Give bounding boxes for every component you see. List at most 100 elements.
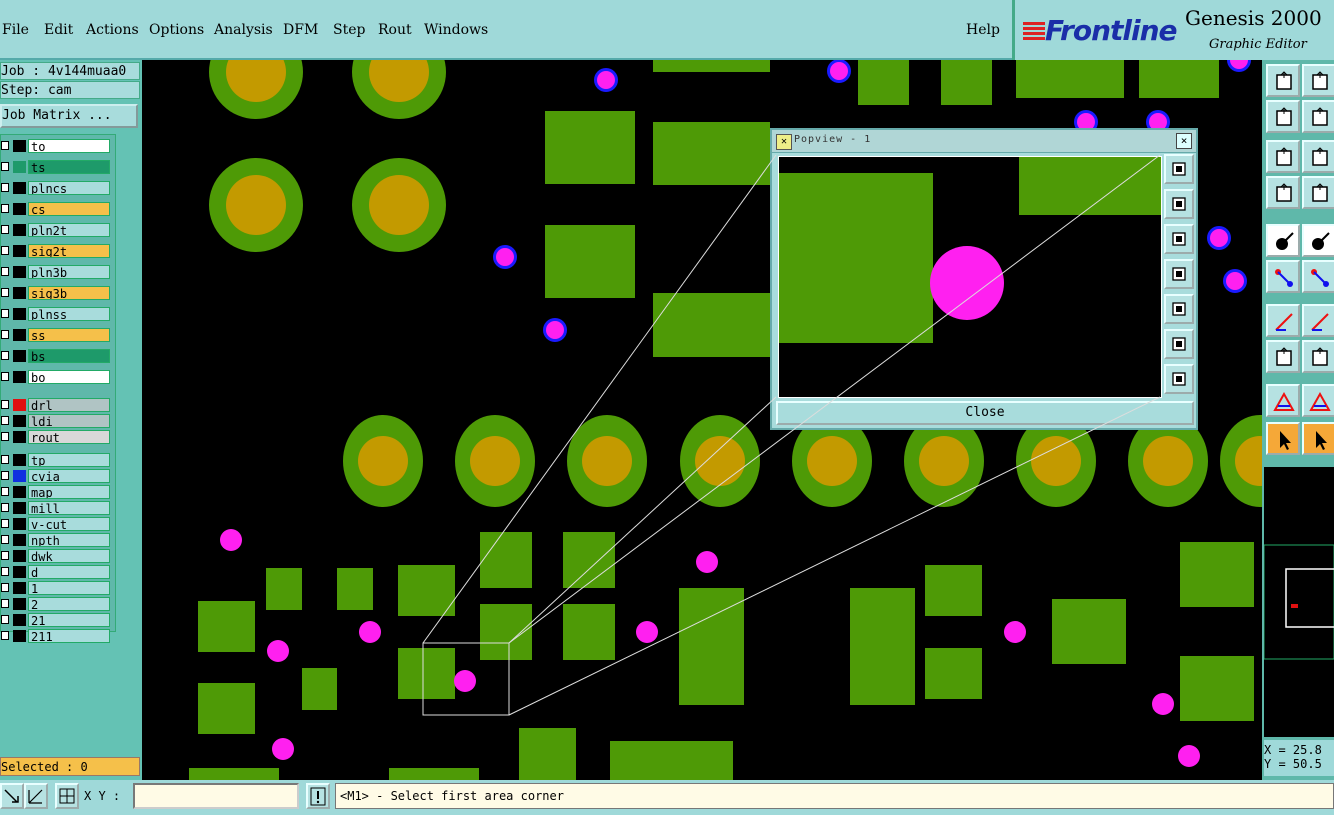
layer-checkbox[interactable] xyxy=(1,351,9,360)
layer-checkbox[interactable] xyxy=(1,372,9,381)
layer-row-21[interactable]: 21 xyxy=(1,613,113,627)
layer-color-swatch[interactable] xyxy=(13,598,26,610)
layer-checkbox[interactable] xyxy=(1,288,9,297)
add-line-button[interactable] xyxy=(1302,260,1334,293)
menu-help[interactable]: Help xyxy=(966,22,1000,38)
layer-row-plnss[interactable]: plnss xyxy=(1,307,113,321)
add-pad-button[interactable] xyxy=(1266,260,1300,293)
xy-input[interactable] xyxy=(133,783,299,809)
layer-checkbox[interactable] xyxy=(1,551,9,560)
layer-color-swatch[interactable] xyxy=(13,415,26,427)
menu-options[interactable]: Options xyxy=(149,22,204,38)
copy-button[interactable] xyxy=(1302,64,1334,97)
resize-button[interactable] xyxy=(1302,100,1334,133)
menu-actions[interactable]: Actions xyxy=(86,22,139,38)
layer-name[interactable]: 1 xyxy=(28,581,110,595)
popview-close-button[interactable]: Close xyxy=(776,401,1194,425)
layer-name[interactable]: plnss xyxy=(28,307,110,321)
layer-name[interactable]: mill xyxy=(28,501,110,515)
info-button[interactable] xyxy=(306,783,330,809)
delete-button[interactable] xyxy=(1266,100,1300,133)
layer-row-v-cut[interactable]: v-cut xyxy=(1,517,113,531)
layer-color-swatch[interactable] xyxy=(13,566,26,578)
layer-color-swatch[interactable] xyxy=(13,245,26,257)
arrow-tri-button[interactable] xyxy=(1302,422,1334,455)
layer-checkbox[interactable] xyxy=(1,416,9,425)
layer-color-swatch[interactable] xyxy=(13,203,26,215)
layer-name[interactable]: ldi xyxy=(28,414,110,428)
add-surface-button[interactable] xyxy=(1266,384,1300,417)
layer-name[interactable]: pln2t xyxy=(28,223,110,237)
layer-checkbox[interactable] xyxy=(1,535,9,544)
pv-fit-button[interactable] xyxy=(1164,329,1194,359)
layer-checkbox[interactable] xyxy=(1,455,9,464)
layer-name[interactable]: sig2t xyxy=(28,244,110,258)
menu-windows[interactable]: Windows xyxy=(424,22,488,38)
fit-all-button[interactable] xyxy=(1302,176,1334,209)
grid-button[interactable] xyxy=(1302,224,1334,257)
layer-color-swatch[interactable] xyxy=(13,502,26,514)
layer-color-swatch[interactable] xyxy=(13,614,26,626)
layer-checkbox[interactable] xyxy=(1,471,9,480)
pv-zoom-button[interactable] xyxy=(1164,154,1194,184)
layer-checkbox[interactable] xyxy=(1,225,9,234)
layer-checkbox[interactable] xyxy=(1,631,9,640)
layer-row-1[interactable]: 1 xyxy=(1,581,113,595)
layer-name[interactable]: npth xyxy=(28,533,110,547)
triangle-button[interactable] xyxy=(1266,422,1300,455)
layer-name[interactable]: pln3b xyxy=(28,265,110,279)
window-menu-icon[interactable]: ✕ xyxy=(776,134,792,150)
layer-checkbox[interactable] xyxy=(1,204,9,213)
layer-color-swatch[interactable] xyxy=(13,518,26,530)
layer-row-plncs[interactable]: plncs xyxy=(1,181,113,195)
draw-line-button[interactable] xyxy=(1266,340,1300,373)
layer-name[interactable]: drl xyxy=(28,398,110,412)
split-line-button[interactable] xyxy=(1302,340,1334,373)
layer-row-pln3b[interactable]: pln3b xyxy=(1,265,113,279)
layer-color-swatch[interactable] xyxy=(13,454,26,466)
layer-color-swatch[interactable] xyxy=(13,308,26,320)
close-icon[interactable]: × xyxy=(1176,133,1192,149)
layer-row-bs[interactable]: bs xyxy=(1,349,113,363)
cross-button[interactable] xyxy=(1302,304,1334,337)
layer-checkbox[interactable] xyxy=(1,162,9,171)
move-button[interactable] xyxy=(1266,64,1300,97)
layer-color-swatch[interactable] xyxy=(13,140,26,152)
layer-row-ts[interactable]: ts xyxy=(1,160,113,174)
layer-name[interactable]: cs xyxy=(28,202,110,216)
layer-row-2[interactable]: 2 xyxy=(1,597,113,611)
layer-color-swatch[interactable] xyxy=(13,182,26,194)
layer-row-map[interactable]: map xyxy=(1,485,113,499)
menu-dfm[interactable]: DFM xyxy=(283,22,318,38)
layer-row-cs[interactable]: cs xyxy=(1,202,113,216)
zoom-out-button[interactable] xyxy=(1302,140,1334,173)
layer-checkbox[interactable] xyxy=(1,141,9,150)
layer-checkbox[interactable] xyxy=(1,400,9,409)
layer-checkbox[interactable] xyxy=(1,615,9,624)
connect-button[interactable] xyxy=(1266,304,1300,337)
layer-name[interactable]: plncs xyxy=(28,181,110,195)
pv-down-button[interactable] xyxy=(1164,224,1194,254)
snap-button[interactable] xyxy=(0,783,24,809)
layer-color-swatch[interactable] xyxy=(13,550,26,562)
layer-color-swatch[interactable] xyxy=(13,630,26,642)
layer-name[interactable]: dwk xyxy=(28,549,110,563)
layer-checkbox[interactable] xyxy=(1,246,9,255)
layer-color-swatch[interactable] xyxy=(13,486,26,498)
layer-checkbox[interactable] xyxy=(1,583,9,592)
layer-color-swatch[interactable] xyxy=(13,371,26,383)
popview-titlebar[interactable]: ✕ Popview - 1 × xyxy=(772,130,1196,153)
layer-checkbox[interactable] xyxy=(1,519,9,528)
layer-name[interactable]: cvia xyxy=(28,469,110,483)
layer-name[interactable]: map xyxy=(28,485,110,499)
layer-row-to[interactable]: to xyxy=(1,139,113,153)
layer-checkbox[interactable] xyxy=(1,487,9,496)
layer-color-swatch[interactable] xyxy=(13,534,26,546)
layer-name[interactable]: tp xyxy=(28,453,110,467)
menu-edit[interactable]: Edit xyxy=(44,22,73,38)
layer-row-drl[interactable]: drl xyxy=(1,398,113,412)
zoom-in-button[interactable] xyxy=(1266,140,1300,173)
layer-row-d[interactable]: d xyxy=(1,565,113,579)
layer-row-pln2t[interactable]: pln2t xyxy=(1,223,113,237)
fit-button[interactable] xyxy=(1266,176,1300,209)
